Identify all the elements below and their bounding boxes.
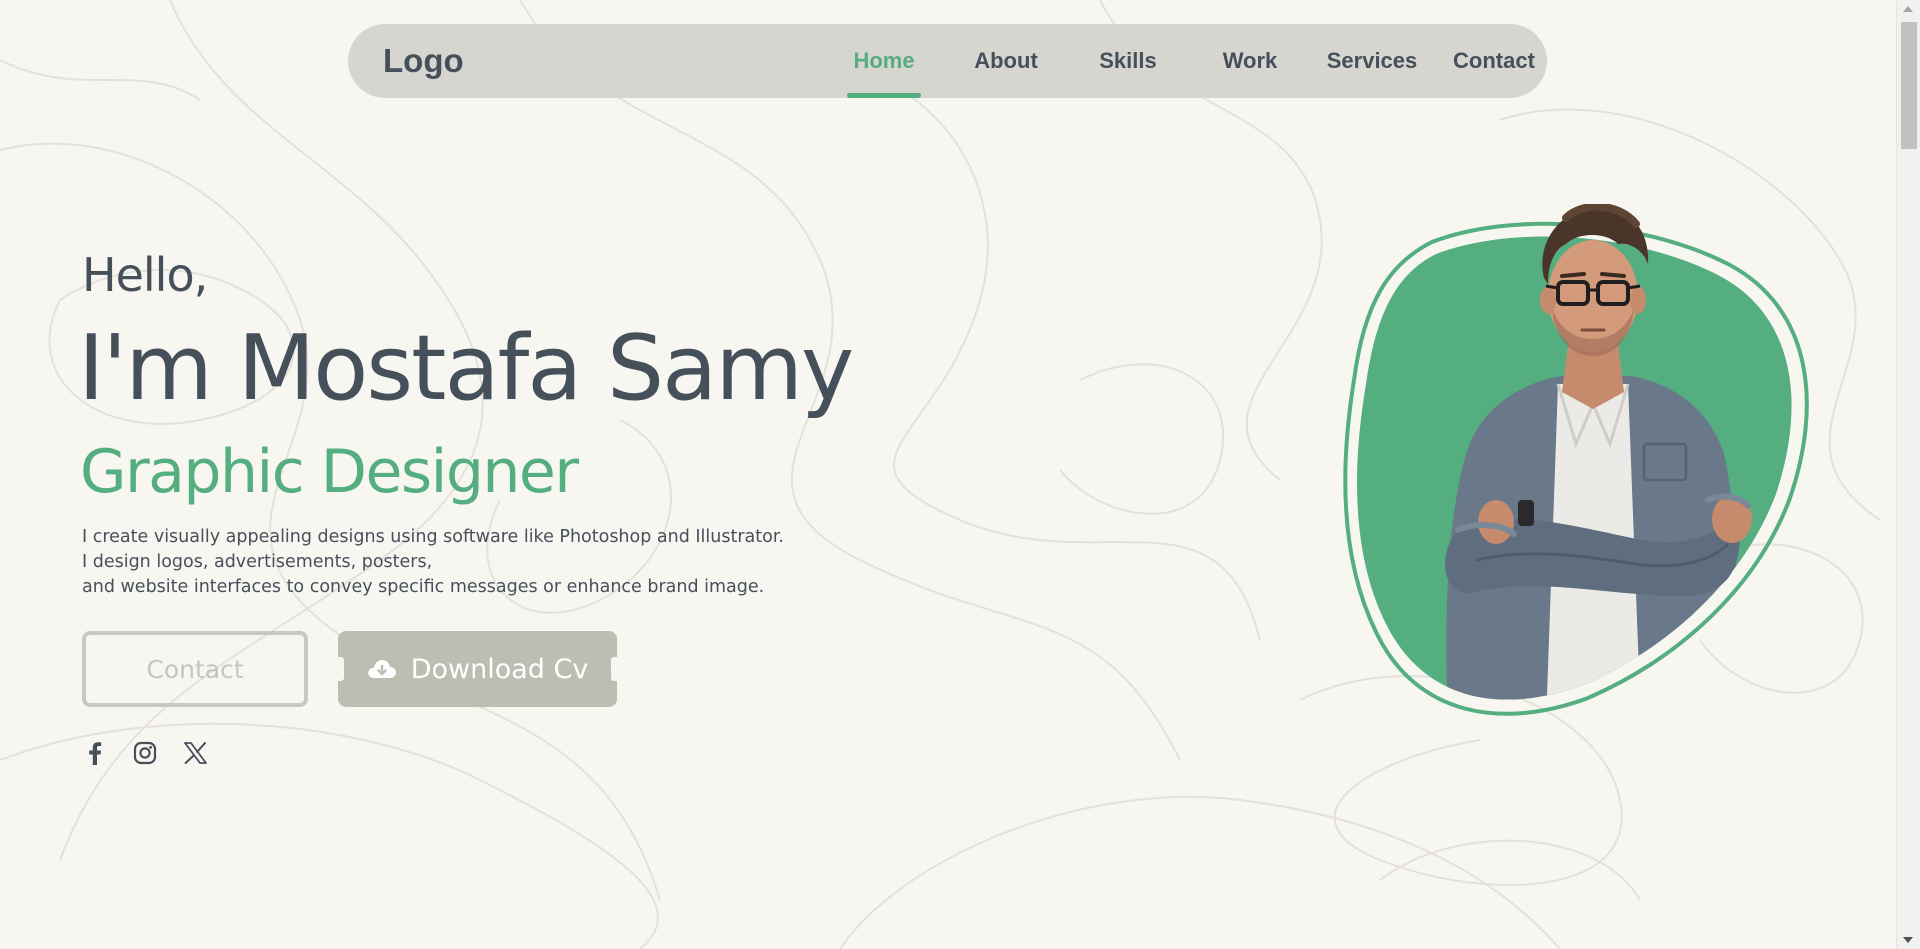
nav-link-skills[interactable]: Skills (1067, 24, 1189, 98)
navbar: Logo Home About Skills Work Services Con… (348, 24, 1547, 98)
button-notch (611, 657, 617, 681)
hero-description: I create visually appealing designs usin… (82, 525, 784, 600)
hero-greeting: Hello, (82, 248, 208, 302)
logo-link[interactable]: Logo (383, 42, 464, 80)
scroll-thumb[interactable] (1901, 22, 1917, 149)
scroll-up-arrow-icon[interactable] (1903, 6, 1913, 12)
facebook-icon[interactable] (82, 740, 108, 766)
cloud-download-icon (367, 659, 396, 678)
nav-link-home[interactable]: Home (823, 24, 945, 98)
hero-description-line: I design logos, advertisements, posters, (82, 552, 433, 572)
nav-menu: Home About Skills Work Services Contact (823, 24, 1555, 98)
nav-link-work[interactable]: Work (1189, 24, 1311, 98)
social-links (82, 740, 208, 766)
hero-description-line: and website interfaces to convey specifi… (82, 577, 765, 597)
hero-name: I'm Mostafa Samy (78, 316, 854, 421)
contact-button[interactable]: Contact (82, 631, 308, 707)
download-cv-label: Download Cv (410, 653, 589, 685)
nav-link-services[interactable]: Services (1311, 24, 1433, 98)
download-cv-button[interactable]: Download Cv (338, 631, 617, 707)
hero-role: Graphic Designer (80, 437, 579, 507)
nav-link-contact[interactable]: Contact (1433, 24, 1555, 98)
scroll-down-arrow-icon[interactable] (1903, 937, 1913, 943)
button-notch (338, 657, 344, 681)
hero-description-line: I create visually appealing designs usin… (82, 527, 784, 547)
nav-link-about[interactable]: About (945, 24, 1067, 98)
profile-portrait (1343, 204, 1809, 716)
x-twitter-icon[interactable] (182, 740, 208, 766)
contact-button-label: Contact (146, 654, 244, 684)
instagram-icon[interactable] (132, 740, 158, 766)
page-scrollbar[interactable] (1896, 0, 1920, 949)
